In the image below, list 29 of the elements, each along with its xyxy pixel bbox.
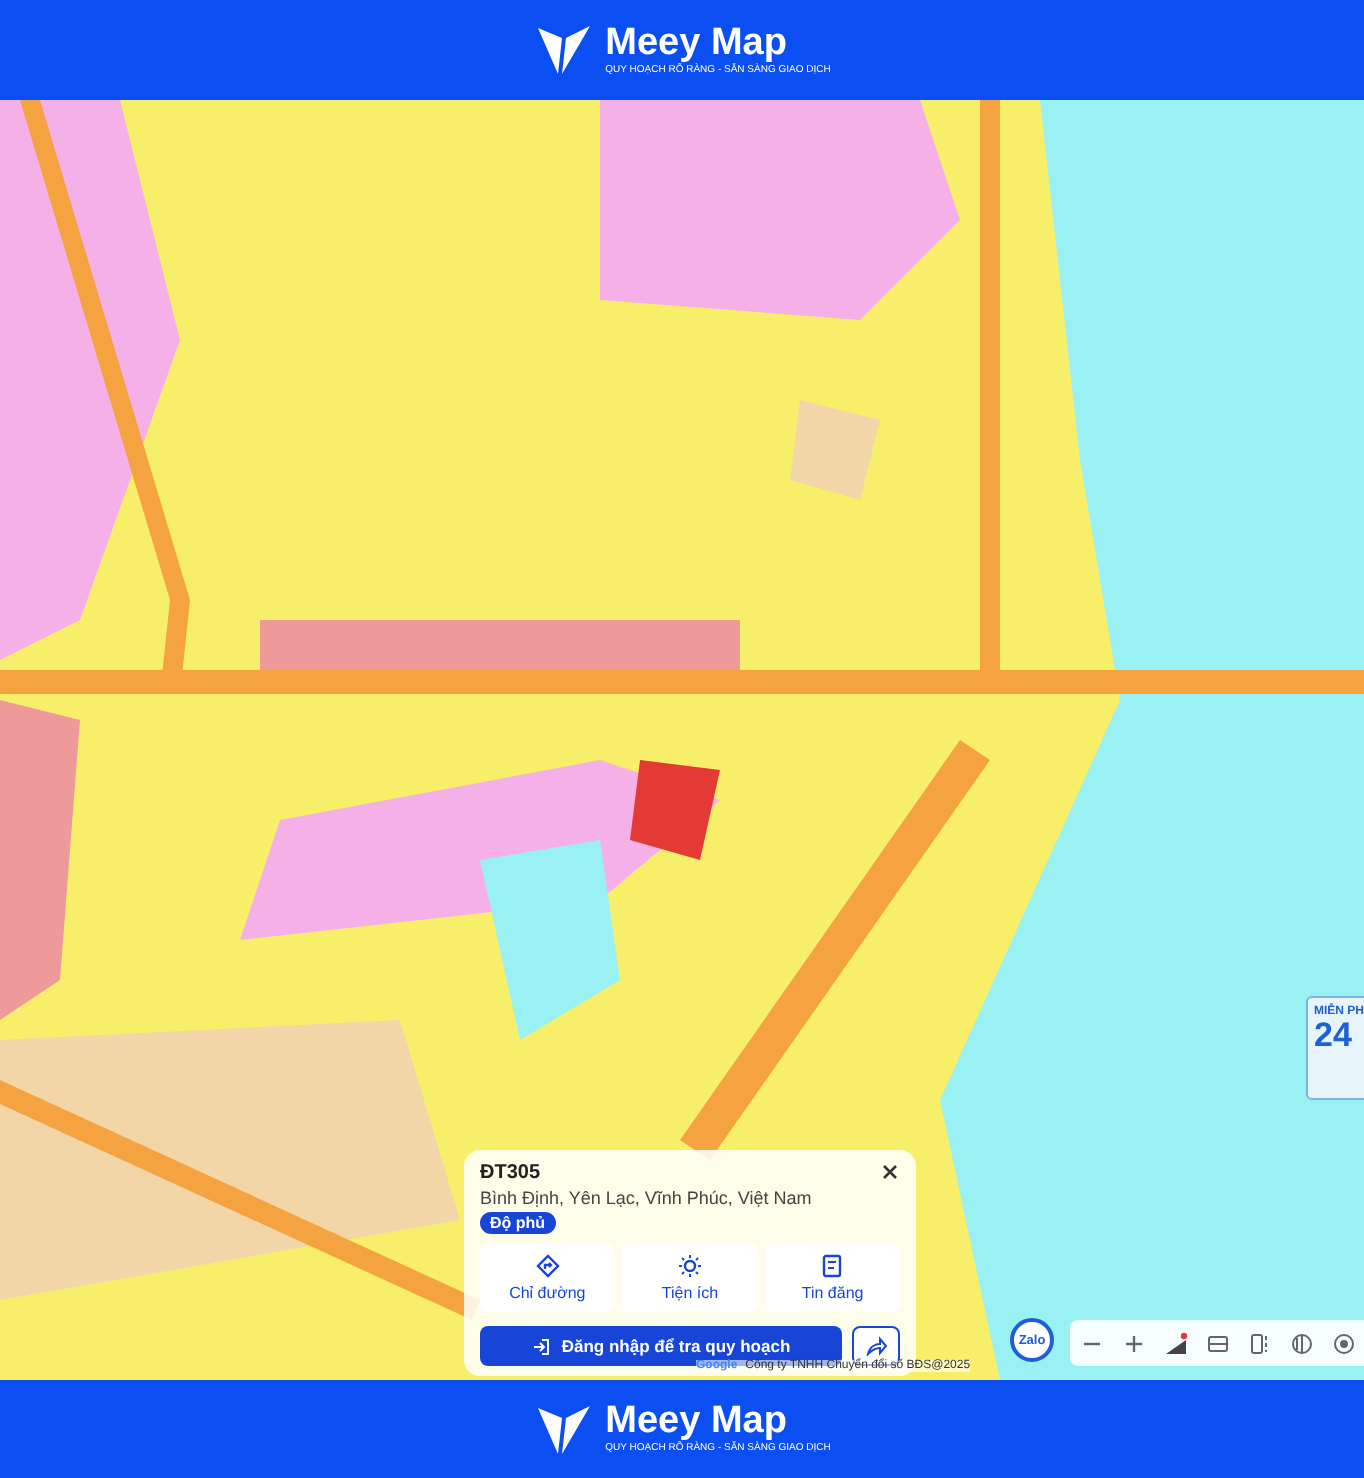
plus-icon [1121,1331,1145,1355]
brand-name: Meey Map [605,1402,789,1442]
promo-number: 24 [1314,1018,1352,1054]
action-button[interactable]: Tiện ích [622,1244,758,1312]
locate-button[interactable] [1331,1331,1355,1355]
login-icon [531,1337,550,1355]
share-icon [865,1336,887,1356]
document-icon [820,1254,845,1278]
globe-button[interactable] [1289,1331,1313,1355]
coverage-badge: Độ phủ [480,1212,556,1234]
locate-icon [1331,1331,1355,1355]
place-title: ĐT305 [480,1162,541,1184]
close-icon [878,1160,902,1184]
diamond-arrow-icon [535,1254,560,1278]
globe-icon [1289,1331,1313,1355]
layers-button[interactable] [1163,1331,1187,1355]
split-view-icon [1247,1331,1271,1355]
place-address: Bình Định, Yên Lạc, Vĩnh Phúc, Việt Nam [480,1188,814,1208]
rectangle-icon [1205,1331,1229,1355]
logo-icon [533,1401,594,1457]
action-button[interactable]: Chỉ đường [480,1244,615,1312]
split-view-button[interactable] [1247,1331,1271,1355]
sparkle-icon [677,1254,702,1278]
ruler-button[interactable] [1205,1331,1229,1355]
logo-icon [533,22,594,78]
action-button[interactable]: Tin đăng [765,1244,900,1312]
triangle-dot-icon [1163,1331,1187,1355]
brand-name: Meey Map [605,23,789,63]
zoom-in-button[interactable] [1121,1331,1145,1355]
